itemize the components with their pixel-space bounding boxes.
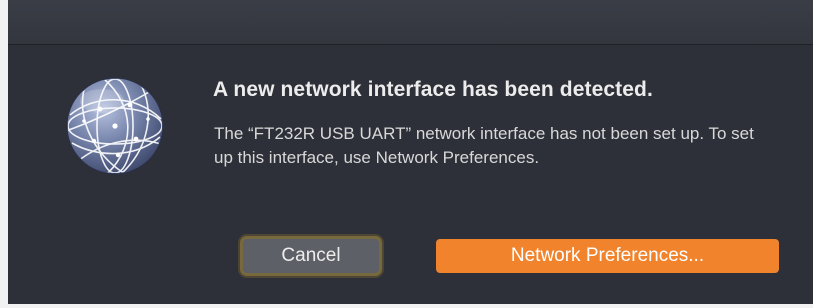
network-preferences-button[interactable]: Network Preferences...	[436, 239, 779, 273]
window-title-bar[interactable]	[8, 0, 813, 45]
cancel-button[interactable]: Cancel	[243, 239, 379, 273]
network-globe-icon	[64, 75, 166, 177]
network-alert-dialog: A new network interface has been detecte…	[8, 0, 813, 304]
dialog-message: The “FT232R USB UART” network interface …	[214, 124, 754, 167]
dialog-title: A new network interface has been detecte…	[213, 78, 653, 101]
